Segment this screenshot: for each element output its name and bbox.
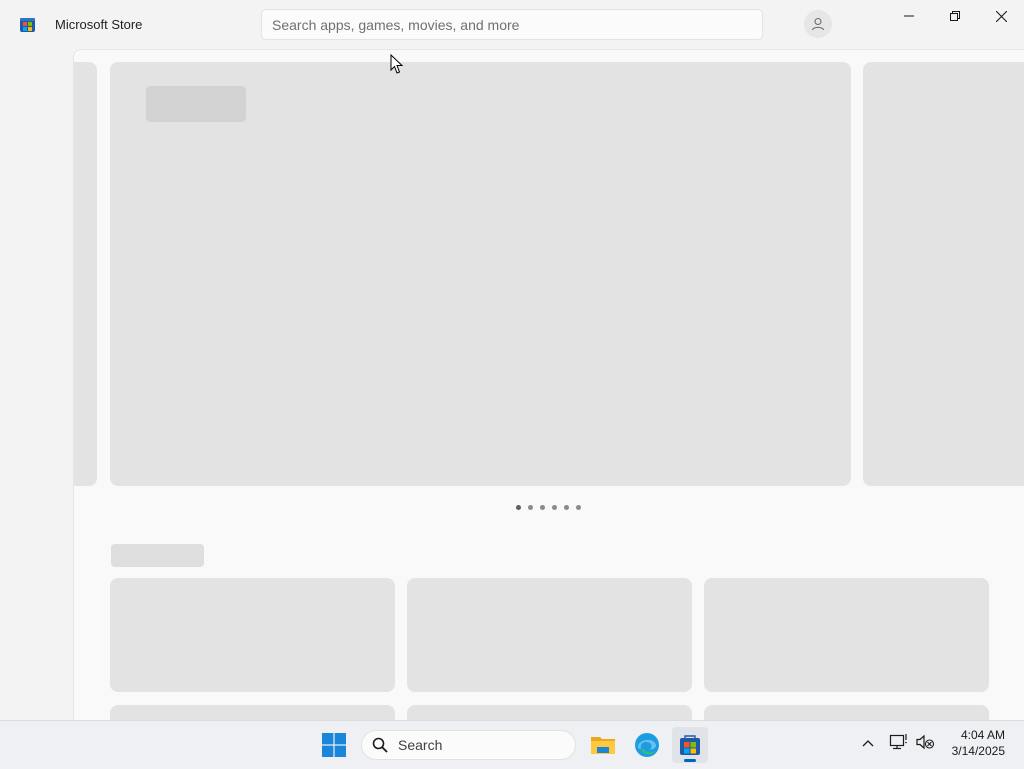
restore-icon (950, 11, 960, 21)
carousel-page-dot[interactable] (552, 505, 557, 510)
active-app-indicator (684, 759, 696, 762)
product-card-placeholder[interactable] (110, 705, 395, 721)
carousel-page-dot[interactable] (528, 505, 533, 510)
product-card-placeholder[interactable] (407, 578, 692, 692)
restore-button[interactable] (932, 0, 978, 32)
microsoft-store-app-icon (20, 18, 35, 32)
network-icon (889, 734, 907, 750)
file-explorer-button[interactable] (585, 727, 621, 763)
volume-button[interactable] (915, 733, 937, 753)
product-card-placeholder[interactable] (704, 705, 989, 721)
hero-carousel-slide[interactable] (110, 62, 851, 486)
hero-carousel-next-slide[interactable] (863, 62, 1024, 486)
carousel-page-dot[interactable] (564, 505, 569, 510)
search-icon (372, 736, 390, 754)
app-title: Microsoft Store (55, 17, 143, 32)
close-icon (995, 10, 1007, 22)
microsoft-store-icon (680, 735, 700, 755)
clock-date: 3/14/2025 (951, 744, 1005, 758)
product-card-placeholder[interactable] (704, 578, 989, 692)
windows-logo-icon (322, 733, 346, 757)
title-bar: Microsoft Store (0, 0, 1024, 49)
search-box[interactable] (261, 9, 763, 40)
carousel-page-dot[interactable] (540, 505, 545, 510)
search-input[interactable] (262, 10, 762, 39)
main-content (73, 49, 1024, 721)
hero-title-placeholder (146, 86, 246, 122)
section-title-placeholder (111, 544, 204, 567)
chevron-up-icon (862, 740, 874, 747)
taskbar-search[interactable]: Search (361, 730, 576, 760)
product-card-placeholder[interactable] (110, 578, 395, 692)
edge-button[interactable] (629, 727, 665, 763)
microsoft-store-button[interactable] (672, 727, 708, 763)
taskbar-clock[interactable]: 4:04 AM 3/14/2025 (952, 727, 1005, 759)
show-hidden-icons-button[interactable] (858, 733, 878, 753)
user-icon (811, 17, 825, 31)
close-button[interactable] (978, 0, 1024, 32)
carousel-pager[interactable] (516, 505, 581, 510)
carousel-page-dot[interactable] (516, 505, 521, 510)
taskbar-search-label: Search (398, 737, 443, 753)
product-card-placeholder[interactable] (407, 705, 692, 721)
minimize-icon (904, 15, 914, 17)
clock-time: 4:04 AM (960, 728, 1005, 742)
minimize-button[interactable] (886, 0, 932, 32)
carousel-page-dot[interactable] (576, 505, 581, 510)
start-button[interactable] (316, 727, 352, 763)
volume-muted-icon (916, 734, 935, 750)
edge-browser-icon (635, 733, 659, 757)
folder-icon (591, 737, 615, 754)
network-status-button[interactable] (889, 733, 911, 753)
hero-carousel-prev-slide[interactable] (74, 62, 97, 486)
account-button[interactable] (804, 10, 832, 38)
mouse-cursor-icon (390, 54, 404, 74)
